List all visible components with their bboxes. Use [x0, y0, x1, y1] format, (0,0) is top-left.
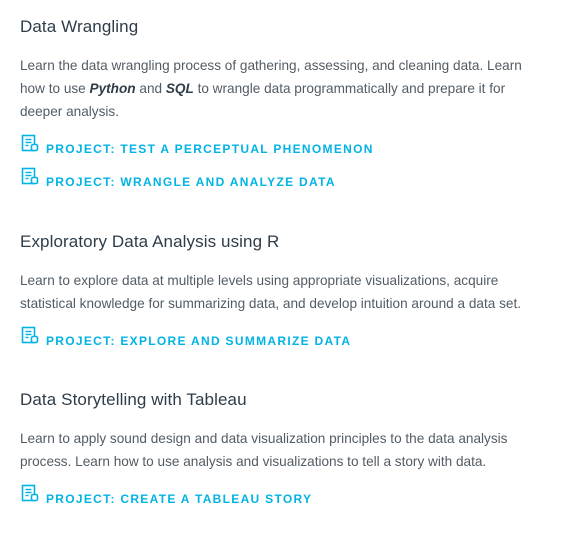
- section-description: Learn to apply sound design and data vis…: [20, 431, 508, 469]
- course-section-data-storytelling-tableau: Data Storytelling with Tableau Learn to …: [20, 389, 546, 507]
- project-link-label: PROJECT: TEST A PERCEPTUAL PHENOMENON: [46, 142, 374, 156]
- project-document-icon: [21, 167, 41, 187]
- project-link-label: PROJECT: EXPLORE AND SUMMARIZE DATA: [46, 334, 352, 348]
- project-link-explore-summarize-data[interactable]: PROJECT: EXPLORE AND SUMMARIZE DATA: [20, 326, 546, 349]
- course-section-exploratory-data-analysis: Exploratory Data Analysis using R Learn …: [20, 231, 546, 349]
- section-description: Learn to explore data at multiple levels…: [20, 273, 521, 311]
- project-link-label: PROJECT: WRANGLE AND ANALYZE DATA: [46, 175, 336, 189]
- course-section-data-wrangling: Data Wrangling Learn the data wrangling …: [20, 16, 546, 190]
- description-emphasis-python: Python: [89, 81, 136, 96]
- description-emphasis-sql: SQL: [165, 81, 194, 96]
- project-document-icon: [21, 134, 41, 154]
- section-description: Learn the data wrangling process of gath…: [20, 54, 546, 123]
- project-link-create-tableau-story[interactable]: PROJECT: CREATE A TABLEAU STORY: [20, 484, 546, 507]
- description-text: and: [135, 81, 166, 96]
- project-link-label: PROJECT: CREATE A TABLEAU STORY: [46, 492, 313, 506]
- project-document-icon: [21, 484, 41, 504]
- section-title: Data Wrangling: [20, 17, 139, 36]
- section-title: Data Storytelling with Tableau: [20, 390, 247, 409]
- project-link-test-perceptual-phenomenon[interactable]: PROJECT: TEST A PERCEPTUAL PHENOMENON: [20, 134, 546, 157]
- project-document-icon: [21, 326, 41, 346]
- project-link-wrangle-analyze-data[interactable]: PROJECT: WRANGLE AND ANALYZE DATA: [20, 167, 546, 190]
- section-title: Exploratory Data Analysis using R: [20, 232, 280, 251]
